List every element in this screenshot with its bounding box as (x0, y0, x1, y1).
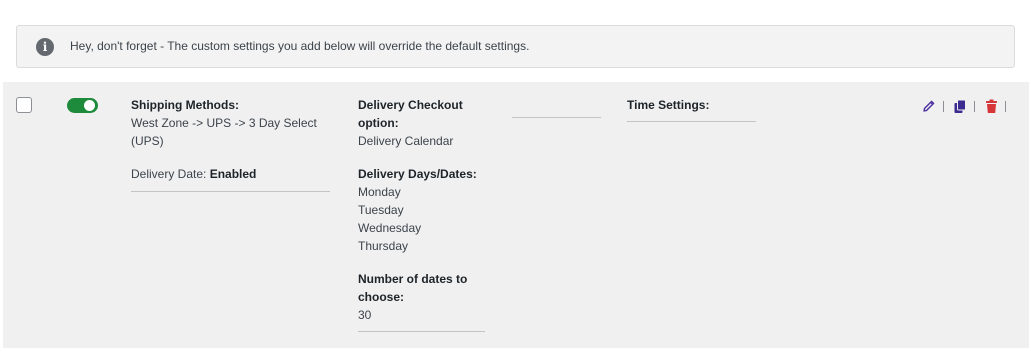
delivery-date-label: Delivery Date: (131, 167, 207, 181)
delivery-date-status: Delivery Date: Enabled (131, 165, 331, 183)
trash-icon[interactable] (983, 98, 999, 114)
delivery-days-label: Delivery Days/Dates: (358, 167, 477, 181)
divider (627, 121, 756, 122)
copy-icon[interactable] (952, 98, 968, 114)
rule-enabled-toggle[interactable] (67, 98, 98, 113)
row-actions (921, 97, 1014, 115)
delivery-day: Wednesday (358, 221, 422, 235)
dates-count-value: 30 (358, 308, 372, 322)
delivery-checkout-value: Delivery Calendar (358, 134, 454, 148)
delivery-day: Tuesday (358, 203, 404, 217)
separator (974, 100, 975, 112)
toggle-knob (84, 100, 95, 111)
dates-count-label: Number of dates to choose: (358, 272, 468, 304)
time-settings-column: Time Settings: (627, 96, 757, 122)
notice-text: Hey, don't forget - The custom settings … (70, 39, 530, 53)
divider (358, 331, 485, 332)
time-settings-label: Time Settings: (627, 98, 710, 112)
delivery-checkout-column: Delivery Checkout option: Delivery Calen… (358, 96, 486, 332)
delivery-date-value: Enabled (209, 167, 257, 181)
divider (131, 191, 330, 192)
shipping-methods-label: Shipping Methods: (131, 98, 239, 112)
separator (943, 100, 944, 112)
rule-select-checkbox[interactable] (16, 97, 32, 113)
delivery-day: Thursday (358, 239, 409, 253)
empty-column-divider (512, 117, 601, 118)
page: i Hey, don't forget - The custom setting… (0, 0, 1031, 353)
info-icon: i (36, 38, 54, 56)
shipping-methods-value: West Zone -> UPS -> 3 Day Select (UPS) (131, 116, 317, 148)
delivery-day: Monday (358, 185, 401, 199)
separator (1005, 100, 1006, 112)
rule-row: Shipping Methods: West Zone -> UPS -> 3 … (3, 82, 1029, 348)
notice-banner: i Hey, don't forget - The custom setting… (16, 25, 1015, 68)
pencil-icon[interactable] (921, 98, 937, 114)
delivery-checkout-label: Delivery Checkout option: (358, 98, 463, 130)
shipping-methods-column: Shipping Methods: West Zone -> UPS -> 3 … (131, 96, 331, 192)
